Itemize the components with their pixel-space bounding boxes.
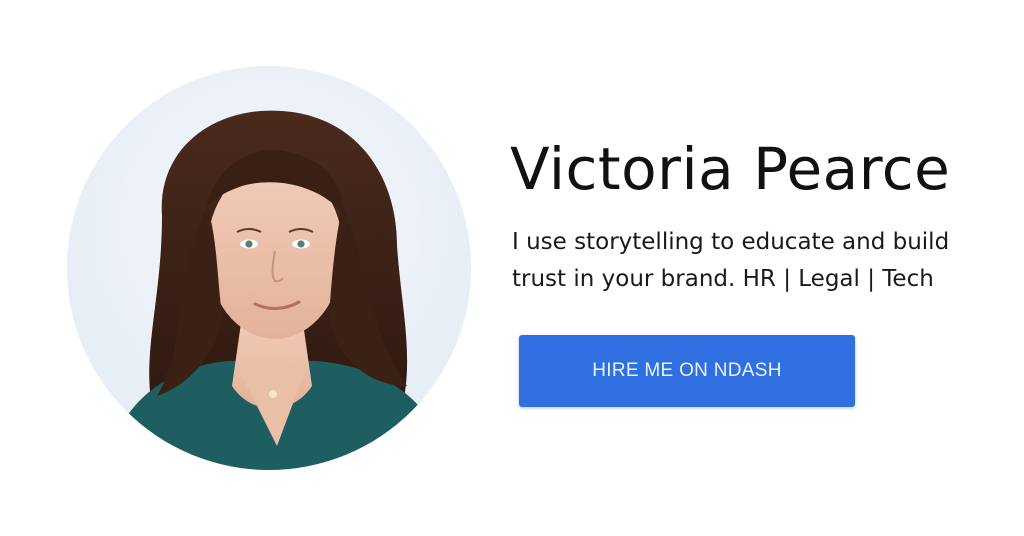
hire-me-button[interactable]: HIRE ME ON NDASH	[519, 335, 855, 407]
profile-tagline: I use storytelling to educate and build …	[512, 224, 992, 298]
portrait-illustration	[67, 66, 471, 470]
tagline-line-2: trust in your brand. HR | Legal | Tech	[512, 266, 934, 292]
profile-name: Victoria Pearce	[510, 135, 951, 203]
profile-card: Victoria Pearce I use storytelling to ed…	[0, 0, 1024, 536]
tagline-line-1: I use storytelling to educate and build	[512, 229, 950, 255]
profile-photo	[67, 66, 471, 470]
